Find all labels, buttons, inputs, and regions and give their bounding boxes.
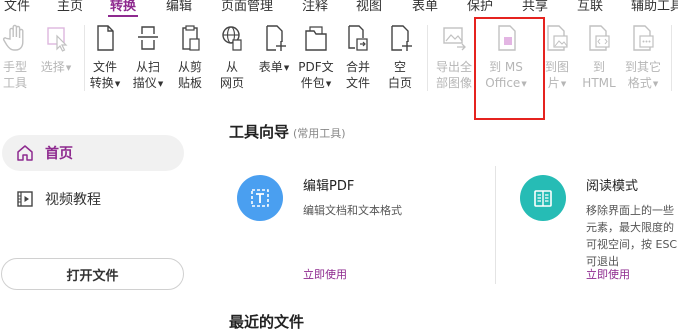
menu-edit[interactable]: 编辑	[166, 0, 192, 15]
export-images-button[interactable]: 导出全 部图像	[432, 23, 476, 91]
tool-guide-subtitle: (常用工具)	[293, 127, 346, 140]
main-content: 工具向导 (常用工具) 编辑PDF 编辑文档和文本格式 立即使用 阅读模式 移除界…	[195, 101, 678, 336]
tool-guide-heading: 工具向导 (常用工具)	[229, 121, 346, 142]
recent-files-heading: 最近的文件	[229, 313, 305, 331]
card-divider	[495, 166, 496, 284]
use-now-link[interactable]: 立即使用	[303, 266, 347, 282]
card-description: 移除界面上的一些元素，最大限度的可视空间，按 ESC 可退出	[586, 204, 678, 268]
file-convert-label: 文件 转换▼	[89, 60, 121, 90]
menu-share[interactable]: 共享	[522, 0, 548, 15]
clipboard-icon	[182, 25, 200, 51]
menu-connect[interactable]: 互联	[577, 0, 603, 15]
menu-convert[interactable]: 转换	[110, 0, 136, 15]
to-image-label: 到图 片▼	[544, 60, 569, 90]
export-images-icon	[443, 27, 466, 51]
combine-files-label: 合并 文件	[345, 60, 370, 90]
menu-comment[interactable]: 注释	[302, 0, 328, 15]
file-convert-icon	[97, 25, 114, 51]
export-images-label: 导出全 部图像	[435, 60, 472, 90]
tool-guide-title: 工具向导	[229, 123, 290, 141]
form-button[interactable]: 表单▼	[252, 23, 296, 76]
combine-files-icon	[348, 25, 368, 51]
select-icon	[47, 27, 68, 52]
from-scanner-button[interactable]: 从扫 描仪▼	[126, 23, 170, 92]
blank-page-label: 空 白页	[387, 60, 412, 90]
from-scanner-label: 从扫 描仪▼	[132, 60, 164, 90]
video-icon	[17, 191, 33, 207]
use-now-link[interactable]: 立即使用	[586, 266, 630, 282]
hand-tool-label: 手型 工具	[2, 60, 27, 90]
menu-page-mgmt[interactable]: 页面管理	[221, 0, 273, 15]
hand-tool-button[interactable]: 手型 工具	[0, 23, 37, 91]
blank-page-button[interactable]: 空 白页	[378, 23, 422, 91]
to-other-format-label: 到其它 格式▼	[624, 60, 661, 90]
sidebar: 首页 视频教程 打开文件	[0, 101, 194, 336]
pdf-package-label: PDF文 件包▼	[298, 60, 334, 90]
from-clipboard-button[interactable]: 从剪 贴板	[168, 23, 212, 91]
edit-pdf-icon[interactable]	[237, 175, 283, 221]
to-image-icon	[547, 25, 568, 51]
pdf-package-icon	[305, 26, 327, 51]
pdf-package-button[interactable]: PDF文 件包▼	[294, 23, 338, 92]
card-title: 阅读模式	[586, 179, 639, 194]
from-web-button[interactable]: 从 网页	[210, 23, 254, 91]
sidebar-item-label: 首页	[45, 146, 73, 162]
ribbon-toolbar: 手型 工具 选择▼ 文件 转换▼ 从扫 描仪▼ 从剪 贴板 从 网页 表单▼ P…	[0, 17, 678, 100]
to-ms-office-label: 到 MS Office▼	[485, 60, 527, 90]
to-other-format-button[interactable]: 到其它 格式▼	[621, 23, 665, 92]
form-label: 表单▼	[258, 60, 290, 74]
to-other-format-icon	[633, 25, 654, 51]
from-clipboard-label: 从剪 贴板	[177, 60, 202, 90]
blank-page-icon	[391, 25, 412, 51]
from-web-label: 从 网页	[219, 60, 244, 90]
to-html-label: 到 HTML	[582, 60, 616, 90]
menu-file[interactable]: 文件	[4, 0, 30, 15]
to-image-button[interactable]: 到图 片▼	[535, 23, 579, 92]
sidebar-item-video-tutorial[interactable]: 视频教程	[2, 181, 184, 217]
file-convert-button[interactable]: 文件 转换▼	[83, 23, 127, 92]
combine-files-button[interactable]: 合并 文件	[336, 23, 380, 91]
home-icon	[17, 145, 33, 161]
open-file-button[interactable]: 打开文件	[1, 258, 184, 290]
menu-view[interactable]: 视图	[356, 0, 382, 15]
form-icon	[266, 25, 286, 51]
select-tool-button[interactable]: 选择▼	[34, 23, 78, 76]
toolbar-divider	[671, 25, 672, 91]
web-icon	[222, 26, 242, 51]
toolbar-divider	[427, 25, 428, 91]
sidebar-item-home[interactable]: 首页	[2, 135, 184, 171]
menu-home[interactable]: 主页	[57, 0, 83, 15]
read-mode-icon[interactable]	[520, 175, 566, 221]
menu-form[interactable]: 表单	[412, 0, 438, 15]
to-ms-office-icon	[498, 25, 516, 51]
menu-accessibility[interactable]: 辅助工具	[631, 0, 678, 15]
scanner-icon	[138, 26, 158, 50]
card-description: 编辑文档和文本格式	[303, 204, 402, 217]
sidebar-item-label: 视频教程	[45, 192, 101, 208]
to-ms-office-button[interactable]: 到 MS Office▼	[484, 23, 528, 92]
card-title: 编辑PDF	[303, 179, 355, 194]
menu-protect[interactable]: 保护	[467, 0, 493, 15]
to-html-button[interactable]: 到 HTML	[577, 23, 621, 91]
hand-icon	[2, 24, 24, 51]
menu-bar: 文件 主页 转换 编辑 页面管理 注释 视图 表单 保护 共享 互联 辅助工具	[0, 0, 678, 17]
to-html-icon	[589, 25, 610, 51]
select-tool-label: 选择▼	[40, 60, 72, 74]
